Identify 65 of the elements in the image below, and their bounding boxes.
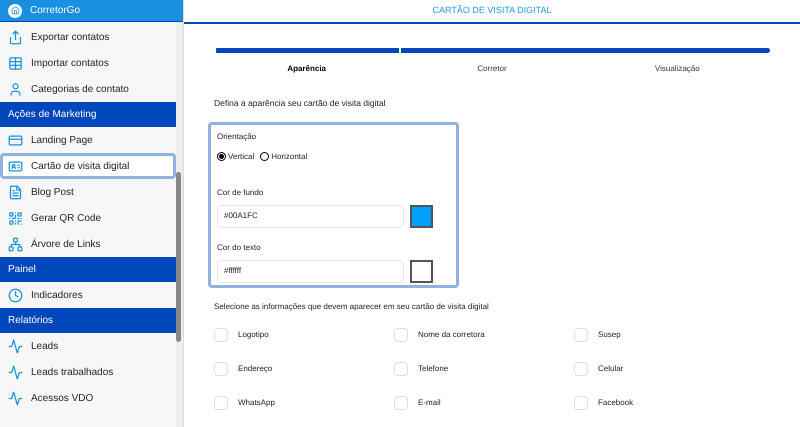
radio-button[interactable] [217, 152, 226, 162]
sidebar-item[interactable]: Exportar contatos [0, 24, 176, 50]
step-label[interactable]: Visualização [654, 63, 700, 75]
color-input[interactable]: #00A1FC [217, 204, 404, 228]
sidebar-item[interactable]: Árvore de Links [0, 231, 176, 257]
user-icon [8, 82, 23, 96]
card-icon [8, 132, 23, 148]
chart-icon [8, 364, 23, 380]
document-icon [8, 184, 23, 200]
color-label: Cor do texto [217, 242, 262, 254]
brand-name: CorretorGo [30, 4, 80, 18]
color-swatch[interactable] [410, 260, 433, 283]
checkbox[interactable] [574, 362, 588, 376]
checkbox-label: WhatsApp [238, 396, 275, 409]
home-icon[interactable] [8, 4, 22, 18]
checkbox[interactable] [214, 396, 228, 410]
sidebar-item[interactable]: Blog Post [0, 179, 176, 205]
radio-label: Horizontal [271, 150, 308, 163]
radio-button[interactable] [260, 152, 270, 162]
color-swatch[interactable] [410, 204, 433, 228]
sidebar-item[interactable]: Gerar QR Code [0, 205, 176, 231]
sidebar-item[interactable]: Landing Page [0, 127, 176, 153]
checkbox[interactable] [574, 328, 588, 342]
id-card-icon [8, 158, 23, 174]
checkbox[interactable] [394, 396, 408, 410]
chart-icon [8, 390, 23, 406]
checkbox[interactable] [214, 362, 228, 376]
checkbox[interactable] [214, 328, 228, 342]
step-label[interactable]: Corretor [477, 63, 507, 75]
table-icon [8, 56, 23, 70]
checkbox[interactable] [574, 396, 588, 410]
sidebar-section: Ações de Marketing [0, 102, 176, 127]
checkbox[interactable] [394, 362, 408, 376]
checkbox-label: Endereço [238, 362, 272, 375]
network-icon [8, 236, 23, 252]
sidebar-item[interactable]: Acessos VDO [0, 385, 176, 411]
checkbox-label: Telefone [418, 362, 448, 375]
checkbox[interactable] [394, 328, 408, 342]
fields-prompt: Selecione as informações que devem aparecer em seu cartão de visita digital [214, 300, 490, 313]
checkbox-label: E-mail [418, 396, 441, 409]
chart-icon [8, 338, 23, 354]
step-label[interactable]: Aparência [287, 63, 326, 75]
clock-icon [8, 288, 23, 302]
color-label: Cor de fundo [217, 186, 264, 199]
intro-text: Defina a aparência seu cartão de visita digital [214, 97, 387, 110]
checkbox-label: Celular [598, 362, 624, 375]
scrollbar[interactable] [176, 22, 183, 427]
radio-label: Vertical [228, 150, 254, 163]
color-input[interactable]: #ffffff [217, 260, 404, 283]
sidebar-item[interactable]: Leads trabalhados [0, 359, 176, 385]
checkbox-label: Facebook [598, 396, 634, 409]
sidebar-item[interactable]: Indicadores [0, 282, 176, 308]
share-icon [8, 30, 23, 44]
sidebar-item[interactable]: Categorias de contato [0, 76, 176, 102]
checkbox-label: Nome da corretora [418, 328, 485, 341]
page-title: CARTÃO DE VISITA DIGITAL [184, 0, 800, 24]
sidebar-item[interactable]: Importar contatos [0, 50, 176, 76]
orientation-label: Orientação [217, 130, 258, 143]
checkbox-label: Susep [598, 328, 621, 341]
sidebar-item[interactable]: Leads [0, 333, 176, 359]
checkbox-label: Logotipo [238, 328, 269, 341]
sidebar-item[interactable]: Cartão de visita digital [0, 153, 176, 179]
sidebar-section: Relatórios [0, 308, 176, 333]
qr-code-icon [8, 210, 23, 226]
sidebar-section: Painel [0, 257, 176, 282]
